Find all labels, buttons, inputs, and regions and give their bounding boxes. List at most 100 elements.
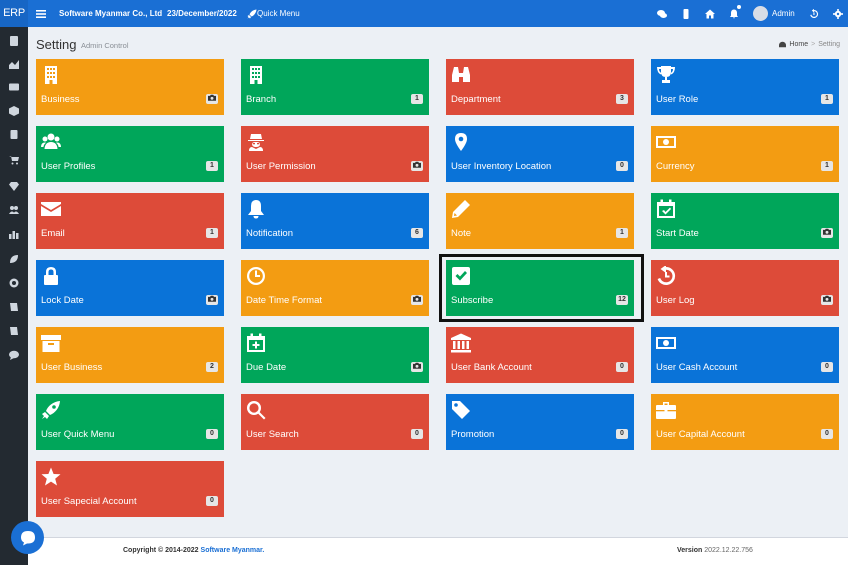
tile-label: User Permission (246, 161, 316, 172)
tile-branch[interactable]: Branch 1 (241, 59, 429, 115)
tile-user-special-account[interactable]: User Sapecial Account 0 (36, 461, 224, 517)
breadcrumb-home[interactable]: Home (789, 41, 808, 48)
notification-dot (737, 5, 741, 9)
tile-badge: 3 (616, 94, 628, 104)
mobile-icon[interactable] (680, 8, 691, 19)
comment-icon[interactable] (8, 349, 20, 361)
quick-menu-link[interactable]: Quick Menu (257, 0, 300, 27)
credit-card-icon[interactable] (8, 81, 20, 93)
tile-user-log[interactable]: User Log (651, 260, 839, 316)
tile-badge (206, 295, 218, 305)
shopping-cart-icon[interactable] (8, 154, 20, 166)
tile-promotion[interactable]: Promotion 0 (446, 394, 634, 450)
tile-user-search[interactable]: User Search 0 (241, 394, 429, 450)
tile-label: User Search (246, 429, 299, 440)
tile-label: Branch (246, 94, 277, 105)
camera-icon (413, 161, 421, 168)
sidebar (0, 27, 28, 565)
brand-logo[interactable]: ERP (0, 0, 28, 27)
tile-date-time-format[interactable]: Date Time Format (241, 260, 429, 316)
users-icon (41, 132, 61, 152)
life-ring-icon[interactable] (8, 277, 20, 289)
money-icon (656, 333, 676, 353)
cube-icon[interactable] (8, 105, 20, 117)
tile-badge: 1 (821, 161, 833, 171)
tile-label: User Business (41, 362, 103, 373)
book-icon[interactable] (8, 325, 20, 337)
tile-label: User Sapecial Account (41, 496, 137, 507)
tile-user-quick-menu[interactable]: User Quick Menu 0 (36, 394, 224, 450)
tile-badge: 0 (821, 362, 833, 372)
tile-user-cash-account[interactable]: User Cash Account 0 (651, 327, 839, 383)
top-navbar: ERP Software Myanmar Co., Ltd 23/Decembe… (0, 0, 848, 27)
binoculars-icon (451, 65, 471, 85)
users-icon[interactable] (8, 204, 20, 216)
tile-label: User Profiles (41, 161, 96, 172)
book-icon[interactable] (8, 301, 20, 313)
tile-email[interactable]: Email 1 (36, 193, 224, 249)
diamond-icon[interactable] (8, 180, 20, 192)
tile-user-capital-account[interactable]: User Capital Account 0 (651, 394, 839, 450)
calculator-icon[interactable] (8, 35, 20, 47)
page-title: Setting (36, 37, 77, 52)
tile-start-date[interactable]: Start Date (651, 193, 839, 249)
tile-label: Email (41, 228, 65, 239)
gear-icon[interactable] (832, 8, 843, 19)
bell-icon (246, 199, 266, 219)
chat-icon[interactable] (656, 8, 667, 19)
tile-user-role[interactable]: User Role 1 (651, 59, 839, 115)
tile-user-profiles[interactable]: User Profiles 1 (36, 126, 224, 182)
bank-icon (451, 333, 471, 353)
tile-currency[interactable]: Currency 1 (651, 126, 839, 182)
tile-label: Note (451, 228, 472, 239)
clipboard-icon[interactable] (8, 128, 20, 140)
building-icon (41, 65, 61, 85)
copyright-text: Copyright © 2014-2022 (123, 547, 199, 554)
tag-icon (451, 400, 471, 420)
tile-label: Currency (656, 161, 695, 172)
bar-chart-icon[interactable] (8, 228, 20, 240)
tile-subscribe[interactable]: Subscribe 12 (446, 260, 634, 316)
company-link[interactable]: Software Myanmar. (201, 547, 265, 554)
tile-badge: 1 (206, 161, 218, 171)
company-name: Software Myanmar Co., Ltd (59, 9, 163, 18)
archive-icon (41, 333, 61, 353)
tile-badge (206, 94, 218, 104)
rocket-icon[interactable] (246, 8, 257, 19)
tile-user-permission[interactable]: User Permission (241, 126, 429, 182)
copyright: Copyright © 2014-2022 Software Myanmar. (123, 547, 264, 554)
tile-badge (411, 362, 423, 372)
home-icon[interactable] (704, 8, 715, 19)
tile-label: User Capital Account (656, 429, 745, 440)
history-icon[interactable] (808, 8, 819, 19)
area-chart-icon[interactable] (8, 58, 20, 70)
tile-badge: 2 (206, 362, 218, 372)
leaf-icon[interactable] (8, 253, 20, 265)
tile-badge: 0 (206, 429, 218, 439)
tile-note[interactable]: Note 1 (446, 193, 634, 249)
tile-notification[interactable]: Notification 6 (241, 193, 429, 249)
breadcrumb-separator: > (811, 41, 816, 48)
camera-icon (208, 295, 216, 302)
user-name[interactable]: Admin (772, 0, 795, 27)
chat-widget-button[interactable] (11, 521, 44, 554)
tile-user-bank-account[interactable]: User Bank Account 0 (446, 327, 634, 383)
tile-badge: 1 (616, 228, 628, 238)
bell-icon[interactable] (728, 8, 739, 19)
dashboard-icon (779, 41, 787, 48)
hamburger-icon[interactable] (35, 8, 46, 19)
tile-lock-date[interactable]: Lock Date (36, 260, 224, 316)
rocket-icon (41, 400, 61, 420)
tile-due-date[interactable]: Due Date (241, 327, 429, 383)
tile-badge: 0 (616, 429, 628, 439)
avatar[interactable] (753, 6, 768, 21)
tile-user-business[interactable]: User Business 2 (36, 327, 224, 383)
money-icon (656, 132, 676, 152)
briefcase-icon (656, 400, 676, 420)
current-date: 23/December/2022 (167, 9, 237, 18)
tile-department[interactable]: Department 3 (446, 59, 634, 115)
tile-label: User Quick Menu (41, 429, 115, 440)
tile-user-inventory-location[interactable]: User Inventory Location 0 (446, 126, 634, 182)
tile-business[interactable]: Business (36, 59, 224, 115)
tile-badge: 0 (411, 429, 423, 439)
